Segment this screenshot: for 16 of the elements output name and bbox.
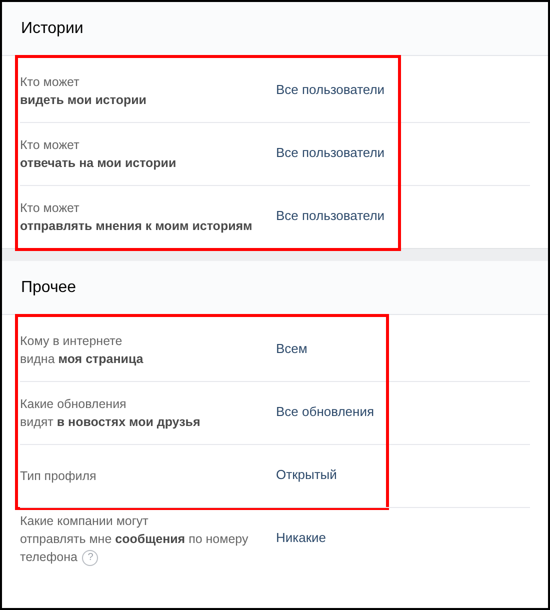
setting-label: Кто может отвечать на мои истории	[20, 138, 176, 170]
setting-label: Какие обновления видят в новостях мои друзья	[20, 397, 200, 429]
setting-label: Кому в интернете видна моя страница	[20, 334, 144, 366]
setting-label: Тип профиля	[20, 469, 96, 483]
section-title: Истории	[21, 20, 84, 38]
setting-value-link[interactable]: Всем	[276, 340, 308, 356]
setting-value-link[interactable]: Все пользователи	[276, 144, 385, 160]
setting-value-link[interactable]: Никакие	[276, 530, 326, 544]
setting-label: Кто может отправлять мнения к моим историям	[20, 201, 252, 233]
setting-value-link[interactable]: Открытый	[276, 466, 337, 482]
setting-value-link[interactable]: Все обновления	[276, 404, 374, 418]
setting-value-link[interactable]: Все пользователи	[276, 208, 385, 222]
setting-label: Какие компании могут отправлять мне сообщения по номеру телефона ?	[20, 514, 248, 564]
setting-value-link[interactable]: Все пользователи	[276, 82, 385, 96]
section-title: Прочее	[21, 278, 76, 296]
setting-label: Кто может видеть мои истории	[20, 75, 146, 107]
